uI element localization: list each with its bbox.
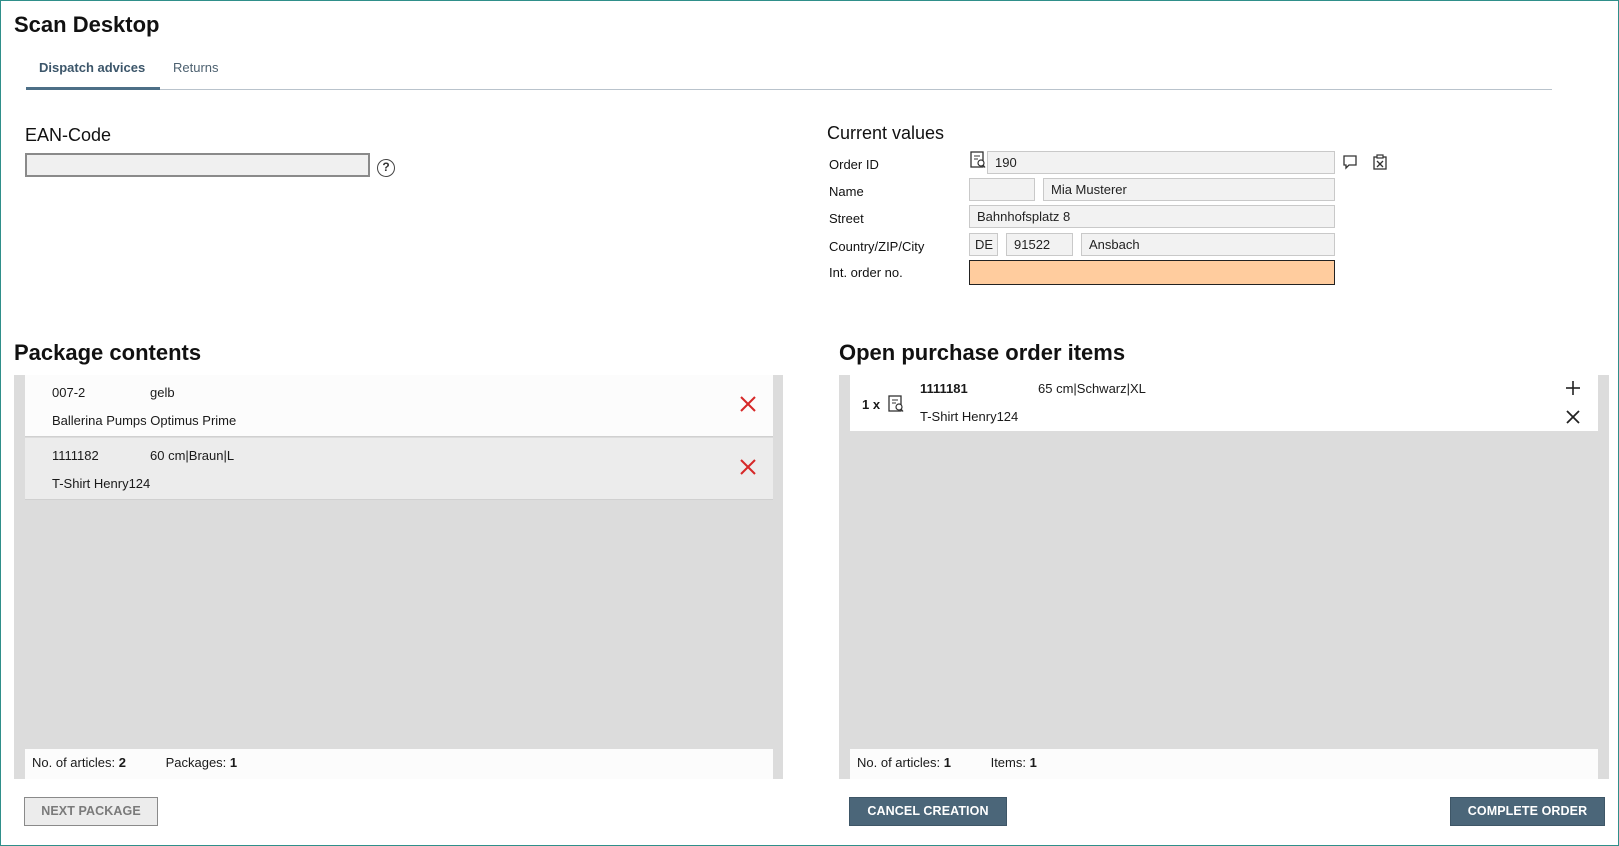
next-package-button[interactable]: NEXT PACKAGE <box>24 797 158 826</box>
po-summary-bar: No. of articles: 1 Items: 1 <box>850 749 1598 779</box>
package-item-row[interactable]: 007-2 gelb Ballerina Pumps Optimus Prime <box>25 375 773 437</box>
order-document-icon <box>888 395 904 412</box>
int-order-no-label: Int. order no. <box>829 265 903 280</box>
item-code: 1111182 <box>52 448 99 463</box>
package-summary-bar: No. of articles: 2 Packages: 1 <box>25 749 773 779</box>
items-count: Items: 1 <box>990 755 1037 770</box>
open-po-items-title: Open purchase order items <box>839 340 1126 365</box>
item-article: T-Shirt Henry124 <box>920 409 1019 424</box>
country-field[interactable]: DE <box>969 233 998 256</box>
name-label: Name <box>829 184 864 199</box>
tab-returns[interactable]: Returns <box>160 56 240 89</box>
order-document-icon <box>970 151 986 168</box>
item-code: 1111181 <box>920 381 968 396</box>
tab-bar: Dispatch advices Returns <box>26 56 1552 90</box>
country-zip-city-label: Country/ZIP/City <box>829 239 925 254</box>
order-id-field[interactable]: 190 <box>987 151 1335 174</box>
item-quantity: 1 x <box>862 397 881 412</box>
comment-icon[interactable] <box>1342 154 1358 170</box>
package-contents-panel: 007-2 gelb Ballerina Pumps Optimus Prime… <box>14 375 783 779</box>
order-id-label: Order ID <box>829 157 879 172</box>
item-code: 007-2 <box>52 385 86 400</box>
cancel-creation-button[interactable]: CANCEL CREATION <box>849 797 1007 826</box>
complete-order-button[interactable]: COMPLETE ORDER <box>1450 797 1605 826</box>
street-label: Street <box>829 211 864 226</box>
street-field[interactable]: Bahnhofsplatz 8 <box>969 205 1335 228</box>
articles-count: No. of articles: 1 <box>857 755 951 770</box>
int-order-no-field[interactable] <box>969 260 1335 285</box>
item-variant: gelb <box>150 385 175 400</box>
articles-count: No. of articles: 2 <box>32 755 126 770</box>
tab-dispatch-advices[interactable]: Dispatch advices <box>26 56 160 90</box>
item-variant: 65 cm|Schwarz|XL <box>1038 381 1146 396</box>
item-variant: 60 cm|Braun|L <box>150 448 235 463</box>
package-item-row[interactable]: 1111182 60 cm|Braun|L T-Shirt Henry124 <box>25 438 773 500</box>
clipboard-cancel-icon[interactable] <box>1372 154 1388 170</box>
name-field[interactable]: Mia Musterer <box>1043 178 1335 201</box>
open-po-items-panel: 1 x 1111181 65 cm|Schwarz|XL T-Shirt Hen… <box>839 375 1609 779</box>
remove-item-icon[interactable] <box>739 458 757 476</box>
question-circle-icon[interactable]: ? <box>377 159 395 177</box>
close-icon[interactable] <box>1564 408 1582 426</box>
zip-field[interactable]: 91522 <box>1006 233 1073 256</box>
item-article: T-Shirt Henry124 <box>52 476 151 491</box>
current-values-title: Current values <box>827 123 945 143</box>
city-field[interactable]: Ansbach <box>1081 233 1335 256</box>
po-item-row[interactable]: 1 x 1111181 65 cm|Schwarz|XL T-Shirt Hen… <box>850 375 1598 431</box>
package-contents-title: Package contents <box>14 340 202 365</box>
salutation-field[interactable] <box>969 178 1035 201</box>
ean-code-label: EAN-Code <box>25 125 112 145</box>
item-article: Ballerina Pumps Optimus Prime <box>52 413 237 428</box>
remove-item-icon[interactable] <box>739 395 757 413</box>
ean-code-input[interactable] <box>25 153 370 177</box>
plus-icon[interactable] <box>1564 379 1582 397</box>
packages-count: Packages: 1 <box>165 755 238 770</box>
app-title: Scan Desktop <box>14 12 160 37</box>
